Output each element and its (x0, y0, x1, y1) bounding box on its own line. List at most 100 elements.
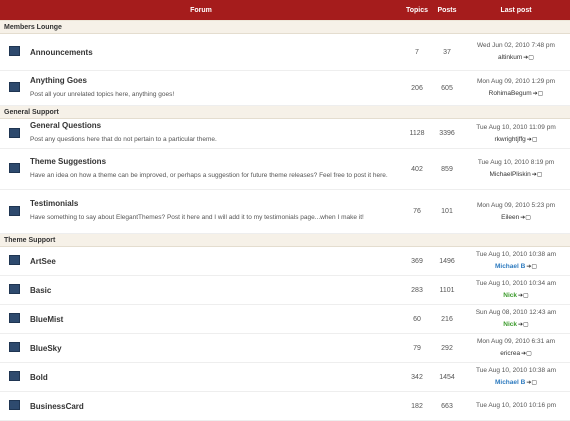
forum-description: Have an idea on how a theme can be impro… (30, 171, 388, 179)
goto-last-post-icon[interactable]: ➔▢ (527, 137, 538, 143)
posts-count: 101 (432, 189, 462, 234)
forum-row: Bold 342 1454 Tue Aug 10, 2010 10:38 am M… (0, 362, 570, 392)
forum-unread-icon (8, 284, 20, 294)
forum-row: BlueSky 79 292 Mon Aug 09, 2010 6:31 am e… (0, 333, 570, 363)
goto-last-post-icon[interactable]: ➔▢ (533, 91, 544, 97)
forum-name[interactable]: Bold (30, 373, 402, 382)
posts-count: 1454 (432, 362, 462, 392)
last-post-user[interactable]: ericrea (500, 350, 520, 357)
forum-name[interactable]: Theme Suggestions (30, 157, 402, 166)
category-general-support[interactable]: General Support (0, 105, 570, 119)
last-post-date: Tue Aug 10, 2010 10:38 am (476, 251, 556, 258)
goto-last-post-icon[interactable]: ➔▢ (532, 172, 543, 178)
topics-count: 369 (402, 246, 432, 276)
last-post-user[interactable]: Michael B (495, 263, 525, 270)
posts-count: 292 (432, 333, 462, 363)
posts-count: 605 (432, 70, 462, 106)
forum-unread-icon (8, 400, 20, 410)
forum-unread-icon (8, 127, 20, 138)
forum-unread-icon (8, 371, 20, 381)
forum-row: General Questions Post any questions here… (0, 118, 570, 149)
last-post-user[interactable]: Nick (503, 292, 517, 299)
posts-count: 1496 (432, 246, 462, 276)
topics-count: 60 (402, 304, 432, 334)
last-post-user[interactable]: Eileen (501, 214, 519, 221)
category-theme-support[interactable]: Theme Support (0, 233, 570, 247)
last-post-user[interactable]: Michael B (495, 379, 525, 386)
forum-unread-icon (8, 205, 20, 216)
forum-description: Have something to say about ElegantTheme… (30, 214, 364, 221)
goto-last-post-icon[interactable]: ➔▢ (526, 380, 537, 386)
forum-name[interactable]: Anything Goes (30, 76, 402, 85)
posts-count: 3396 (432, 118, 462, 149)
header-posts: Posts (432, 0, 462, 21)
last-post-date: Mon Aug 09, 2010 1:29 pm (476, 78, 556, 85)
goto-last-post-icon[interactable]: ➔▢ (523, 55, 534, 61)
last-post-date: Mon Aug 09, 2010 6:31 am (476, 338, 556, 345)
topics-count: 1128 (402, 118, 432, 149)
last-post-date: Sun Aug 08, 2010 12:43 am (475, 309, 557, 316)
forum-unread-icon (8, 163, 20, 173)
topics-count: 342 (402, 362, 432, 392)
posts-count: 663 (432, 391, 462, 421)
last-post-date: Tue Aug 10, 2010 10:16 pm (476, 402, 556, 409)
posts-count: 37 (432, 33, 462, 71)
forum-name[interactable]: General Questions (30, 121, 402, 130)
last-post-user[interactable]: rkwrightjffg (494, 136, 525, 143)
goto-last-post-icon[interactable]: ➔▢ (526, 264, 537, 270)
last-post-date: Tue Aug 10, 2010 8:19 pm (477, 159, 555, 166)
topics-count: 402 (402, 148, 432, 190)
forum-row: Theme Suggestions Have an idea on how a t… (0, 148, 570, 190)
header-forum: Forum (0, 0, 402, 21)
topics-count: 283 (402, 275, 432, 305)
forum-row: BlueMist 60 216 Sun Aug 08, 2010 12:43 a… (0, 304, 570, 334)
last-post-date: Tue Aug 10, 2010 10:34 am (476, 280, 556, 287)
forum-unread-icon (8, 82, 20, 92)
last-post-date: Mon Aug 09, 2010 5:23 pm (476, 201, 556, 209)
forum-name[interactable]: ArtSee (30, 257, 402, 266)
goto-last-post-icon[interactable]: ➔▢ (518, 293, 529, 299)
forum-row: ArtSee 369 1496 Tue Aug 10, 2010 10:38 a… (0, 246, 570, 276)
last-post-user[interactable]: MichaelPliskin (490, 171, 531, 178)
category-members-lounge[interactable]: Members Lounge (0, 20, 570, 34)
forum-name[interactable]: Basic (30, 286, 402, 295)
forum-name[interactable]: BlueMist (30, 315, 402, 324)
forum-description: Post all your unrelated topics here, any… (30, 90, 175, 98)
forum-name[interactable]: BlueSky (30, 344, 402, 353)
topics-count: 7 (402, 33, 432, 71)
category-row: General Support (0, 105, 570, 119)
forum-name[interactable]: Announcements (30, 48, 402, 57)
forum-name[interactable]: Testimonials (30, 199, 402, 208)
topics-count: 206 (402, 70, 432, 106)
forum-row: Anything Goes Post all your unrelated top… (0, 70, 570, 106)
forum-table: Forum Topics Posts Last post Members Lou… (0, 0, 570, 421)
goto-last-post-icon[interactable]: ➔▢ (518, 322, 529, 328)
last-post-date: Tue Aug 10, 2010 10:38 am (476, 367, 556, 374)
category-row: Members Lounge (0, 20, 570, 34)
forum-row: Announcements 7 37 Wed Jun 02, 2010 7:48… (0, 33, 570, 71)
forum-unread-icon (8, 255, 20, 265)
goto-last-post-icon[interactable]: ➔▢ (521, 351, 532, 357)
forum-unread-icon (8, 46, 20, 56)
forum-row: Testimonials Have something to say about … (0, 189, 570, 234)
forum-unread-icon (8, 313, 20, 323)
last-post-date: Tue Aug 10, 2010 11:09 pm (476, 123, 556, 131)
last-post-date: Wed Jun 02, 2010 7:48 pm (477, 42, 555, 49)
table-header: Forum Topics Posts Last post (0, 0, 570, 21)
header-last-post: Last post (462, 0, 570, 21)
posts-count: 216 (432, 304, 462, 334)
last-post-user[interactable]: altinkum (498, 54, 522, 61)
forum-unread-icon (8, 342, 20, 352)
header-topics: Topics (402, 0, 432, 21)
forum-row: BusinessCard 182 663 Tue Aug 10, 2010 10… (0, 391, 570, 421)
topics-count: 182 (402, 391, 432, 421)
category-row: Theme Support (0, 233, 570, 247)
forum-row: Basic 283 1101 Tue Aug 10, 2010 10:34 am… (0, 275, 570, 305)
last-post-user[interactable]: RohimaBegum (489, 90, 532, 97)
forum-description: Post any questions here that do not pert… (30, 136, 217, 143)
last-post-user[interactable]: Nick (503, 321, 517, 328)
goto-last-post-icon[interactable]: ➔▢ (520, 215, 531, 221)
posts-count: 859 (432, 148, 462, 190)
topics-count: 76 (402, 189, 432, 234)
forum-name[interactable]: BusinessCard (30, 402, 402, 411)
